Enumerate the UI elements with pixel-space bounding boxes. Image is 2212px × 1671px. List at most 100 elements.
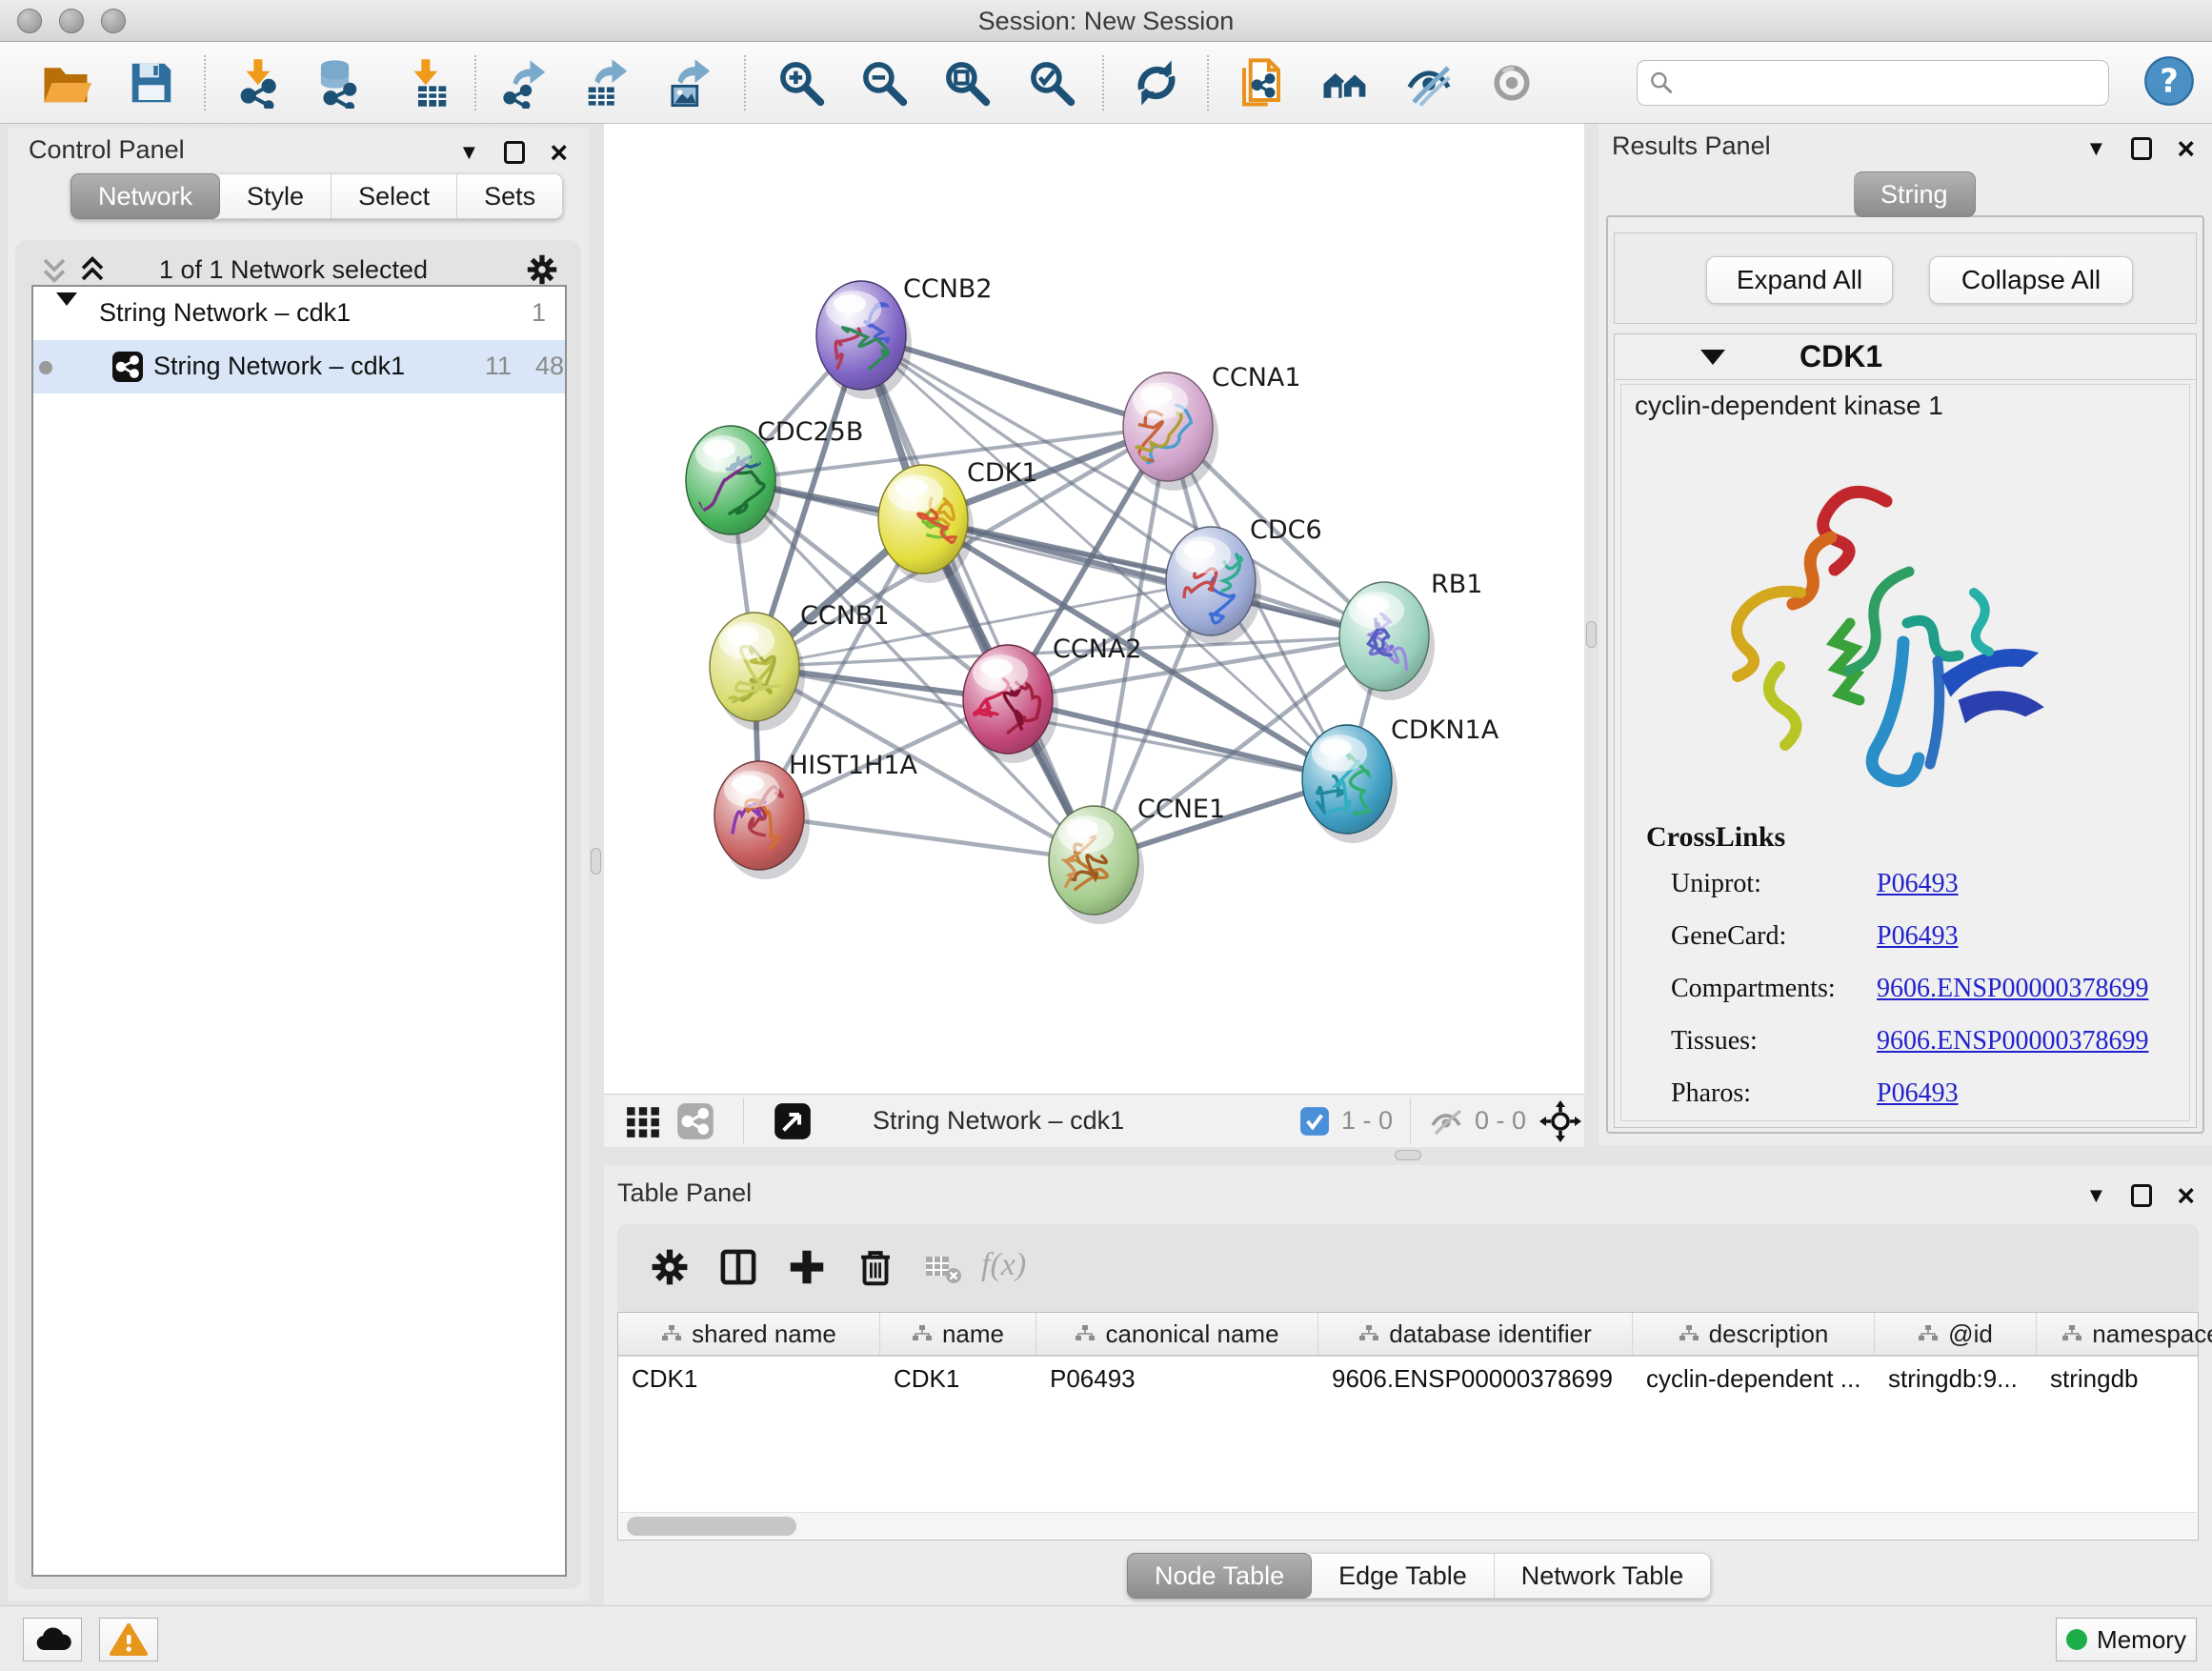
hidden-eye-icon[interactable] bbox=[1427, 1095, 1465, 1147]
collapse-all-button[interactable]: Collapse All bbox=[1929, 256, 2133, 304]
left-splitter[interactable] bbox=[589, 124, 604, 1601]
import-network-file-icon[interactable] bbox=[233, 57, 285, 109]
results-panel-maximize-icon[interactable] bbox=[2131, 137, 2152, 160]
collection-expand-icon[interactable] bbox=[56, 306, 77, 335]
hide-selected-icon[interactable] bbox=[1403, 57, 1455, 109]
crosslink-link[interactable]: 9606.ENSP00000378699 bbox=[1877, 974, 2148, 1004]
table-cell[interactable]: CDK1 bbox=[618, 1357, 880, 1400]
table-panel-maximize-icon[interactable] bbox=[2131, 1184, 2152, 1207]
zoom-out-icon[interactable] bbox=[858, 57, 910, 109]
show-columns-icon[interactable] bbox=[716, 1245, 760, 1289]
window-close-button[interactable] bbox=[17, 9, 42, 33]
table-panel-float-icon[interactable]: ▼ bbox=[2086, 1185, 2107, 1206]
table-cell[interactable]: P06493 bbox=[1036, 1357, 1318, 1400]
table-cell[interactable]: stringdb:9... bbox=[1875, 1357, 2037, 1400]
right-splitter[interactable] bbox=[1584, 124, 1599, 1147]
statusbar-separator bbox=[743, 1098, 744, 1143]
column-header-shared-name[interactable]: shared name bbox=[618, 1313, 880, 1355]
horizontal-splitter[interactable] bbox=[604, 1147, 2212, 1164]
warnings-button[interactable] bbox=[99, 1618, 158, 1661]
network-edge-CCNA2-CDKN1A[interactable] bbox=[1008, 699, 1347, 779]
table-cell[interactable]: 9606.ENSP00000378699 bbox=[1318, 1357, 1633, 1400]
table-cell[interactable]: cyclin-dependent ... bbox=[1633, 1357, 1875, 1400]
table-tab-edge-table[interactable]: Edge Table bbox=[1312, 1553, 1495, 1599]
table-cell[interactable]: CDK1 bbox=[880, 1357, 1036, 1400]
column-header-@id[interactable]: @id bbox=[1875, 1313, 2037, 1355]
export-image-icon[interactable] bbox=[665, 57, 716, 109]
table-panel-close-icon[interactable]: × bbox=[2177, 1180, 2195, 1211]
save-session-icon[interactable] bbox=[126, 57, 177, 109]
zoom-in-icon[interactable] bbox=[775, 57, 827, 109]
network-node-label: HIST1H1A bbox=[789, 751, 918, 780]
network-row-selected[interactable]: String Network – cdk1 11 48 bbox=[33, 340, 565, 393]
table-gear-icon[interactable] bbox=[648, 1245, 692, 1289]
current-network-indicator bbox=[39, 361, 52, 374]
table-tab-network-table[interactable]: Network Table bbox=[1495, 1553, 1712, 1599]
gene-section-header[interactable]: CDK1 bbox=[1615, 334, 2196, 380]
control-panel-title: Control Panel bbox=[29, 135, 185, 165]
right-splitter-grip[interactable] bbox=[1586, 621, 1597, 648]
control-panel-float-icon[interactable]: ▼ bbox=[459, 142, 480, 163]
help-icon[interactable]: ? bbox=[2143, 55, 2195, 107]
main-toolbar: ? bbox=[0, 42, 2212, 124]
zoom-fit-icon[interactable] bbox=[941, 57, 993, 109]
memory-button[interactable]: Memory bbox=[2056, 1618, 2197, 1661]
delete-column-icon[interactable] bbox=[854, 1245, 897, 1289]
column-header-namespace[interactable]: namespace bbox=[2037, 1313, 2212, 1355]
expand-all-button[interactable]: Expand All bbox=[1706, 256, 1893, 304]
collapse-all-networks-icon[interactable] bbox=[38, 253, 70, 286]
detach-view-icon[interactable] bbox=[774, 1095, 812, 1147]
crosslink-link[interactable]: 9606.ENSP00000378699 bbox=[1877, 1026, 2148, 1057]
results-panel-close-icon[interactable]: × bbox=[2177, 133, 2195, 164]
gene-collapse-icon[interactable] bbox=[1700, 350, 1725, 365]
window-minimize-button[interactable] bbox=[59, 9, 84, 33]
control-panel-close-icon[interactable]: × bbox=[550, 137, 568, 168]
new-network-from-selection-icon[interactable] bbox=[1236, 57, 1287, 109]
left-splitter-grip[interactable] bbox=[591, 848, 601, 875]
control-tab-select[interactable]: Select bbox=[332, 173, 457, 219]
control-tab-sets[interactable]: Sets bbox=[457, 173, 563, 219]
import-table-file-icon[interactable] bbox=[401, 57, 452, 109]
collection-count: 1 bbox=[532, 298, 546, 328]
crosslink-label: Uniprot: bbox=[1671, 869, 1761, 899]
control-panel-maximize-icon[interactable] bbox=[504, 141, 525, 164]
column-header-description[interactable]: description bbox=[1633, 1313, 1875, 1355]
cloud-button[interactable] bbox=[23, 1618, 82, 1661]
control-tab-style[interactable]: Style bbox=[220, 173, 332, 219]
window-zoom-button[interactable] bbox=[101, 9, 126, 33]
zoom-selected-icon[interactable] bbox=[1026, 57, 1077, 109]
table-tab-node-table[interactable]: Node Table bbox=[1127, 1553, 1312, 1599]
network-share-view-icon[interactable] bbox=[676, 1095, 714, 1147]
column-header-name[interactable]: name bbox=[880, 1313, 1036, 1355]
crosslink-link[interactable]: P06493 bbox=[1877, 869, 1959, 899]
table-cell[interactable]: stringdb bbox=[2037, 1357, 2212, 1400]
grid-view-icon[interactable] bbox=[625, 1095, 661, 1147]
add-column-icon[interactable] bbox=[785, 1245, 829, 1289]
first-neighbors-icon[interactable] bbox=[1319, 57, 1371, 109]
table-horizontal-scrollbar[interactable] bbox=[619, 1512, 2197, 1539]
results-tab-string[interactable]: String bbox=[1854, 171, 1976, 217]
export-table-icon[interactable] bbox=[582, 57, 633, 109]
horizontal-splitter-grip[interactable] bbox=[1395, 1150, 1421, 1160]
column-header-database-identifier[interactable]: database identifier bbox=[1318, 1313, 1633, 1355]
control-tab-network[interactable]: Network bbox=[70, 173, 220, 219]
scrollbar-thumb[interactable] bbox=[627, 1517, 796, 1536]
network-panel-gear-icon[interactable] bbox=[524, 252, 560, 288]
crosslink-link[interactable]: P06493 bbox=[1877, 1078, 1959, 1109]
function-builder-icon[interactable]: f(x) bbox=[981, 1247, 1026, 1283]
search-input[interactable] bbox=[1674, 69, 2097, 98]
show-hidden-icon[interactable] bbox=[1486, 57, 1538, 109]
network-edge-CCNB2-CCNE1[interactable] bbox=[861, 335, 1094, 860]
delete-table-icon[interactable] bbox=[924, 1253, 962, 1285]
apply-layout-icon[interactable] bbox=[1131, 57, 1182, 109]
crosslink-link[interactable]: P06493 bbox=[1877, 921, 1959, 952]
fit-content-crosshair-icon[interactable] bbox=[1539, 1095, 1581, 1147]
network-canvas[interactable]: CCNB2CCNA1CDC25BCDK1CDC6RB1CCNB1CCNA2CDK… bbox=[604, 124, 1584, 1094]
open-session-icon[interactable] bbox=[40, 57, 91, 109]
import-network-database-icon[interactable] bbox=[313, 57, 365, 109]
selected-checkbox-icon[interactable] bbox=[1299, 1095, 1330, 1147]
results-panel-float-icon[interactable]: ▼ bbox=[2086, 138, 2107, 159]
export-network-icon[interactable] bbox=[500, 57, 552, 109]
network-collection-row[interactable]: String Network – cdk1 1 bbox=[33, 287, 565, 340]
column-header-canonical-name[interactable]: canonical name bbox=[1036, 1313, 1318, 1355]
